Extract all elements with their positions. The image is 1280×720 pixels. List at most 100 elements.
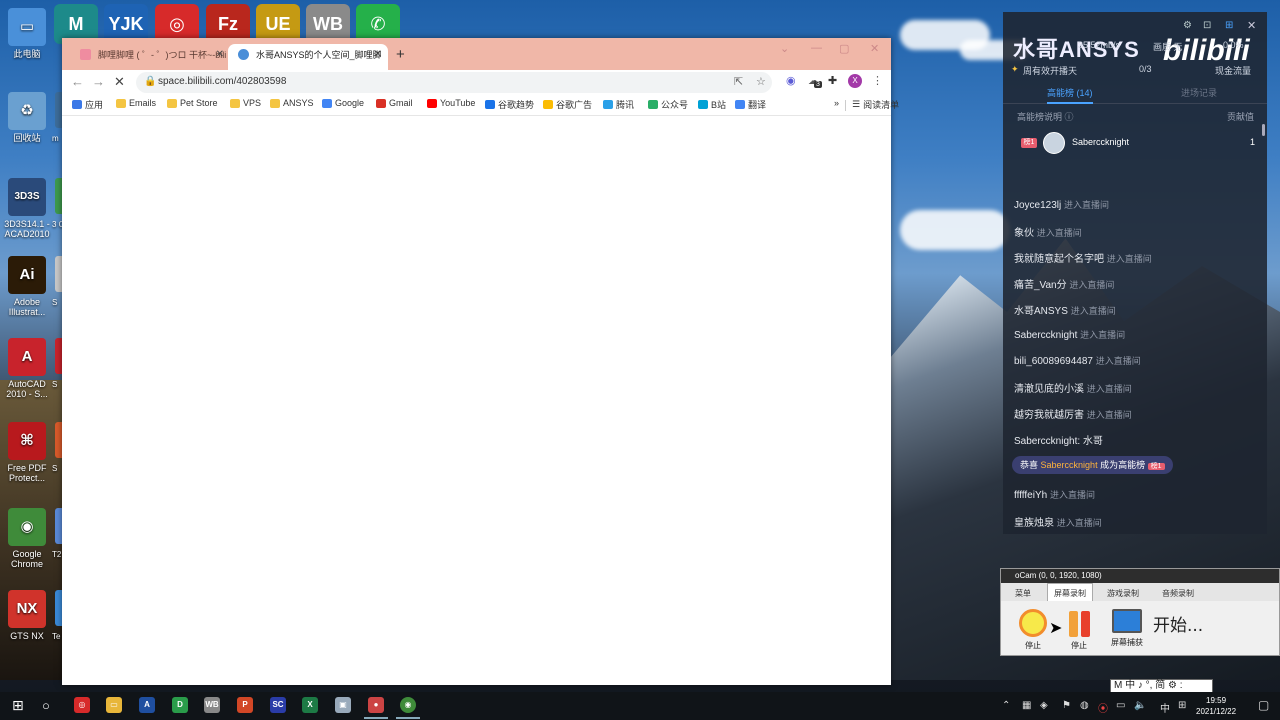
excel-icon[interactable]: X [302, 697, 318, 713]
chat-user[interactable]: 越穷我就越厉害 [1014, 410, 1087, 421]
stop-record-button[interactable]: 停止 [1015, 609, 1051, 651]
address-bar[interactable]: 🔒 space.bilibili.com/402803598 ⇱ ☆ [136, 72, 772, 93]
rank-explain[interactable]: 高能榜说明 ⓘ [1017, 110, 1074, 123]
tray-chevron-icon[interactable]: ⌃ [1002, 700, 1010, 711]
chat-action: 进入直播间 [1095, 356, 1141, 366]
ansys-icon[interactable]: A [139, 697, 155, 713]
tray-volume-icon[interactable]: 🔈 [1134, 700, 1146, 711]
pin-icon[interactable]: ⊞ [1225, 20, 1233, 31]
bookmark-item[interactable]: B站 [698, 98, 726, 111]
chat-user[interactable]: Sabercсknight: 水哥 [1014, 436, 1103, 447]
pause-button[interactable]: 停止 [1061, 611, 1097, 651]
desktop-icon[interactable]: ♻ 回收站 [0, 92, 54, 143]
desktop-icon[interactable]: A AutoCAD 2010 - S... [0, 338, 54, 399]
bookmark-item[interactable]: 腾讯 [603, 98, 634, 111]
ocam-tab-menu[interactable]: 菜单 [1009, 586, 1037, 601]
chat-user[interactable]: bili_60089694487 [1014, 356, 1096, 367]
powerpoint-icon[interactable]: P [237, 697, 253, 713]
chat-user[interactable]: 水哥ANSYS [1014, 306, 1071, 317]
stop-loading-icon[interactable]: ✕ [114, 74, 125, 90]
tray-ime-mode[interactable]: ⊞ [1178, 700, 1186, 711]
chrome-taskbar-icon[interactable]: ◉ [396, 697, 420, 719]
desktop-icon[interactable]: Ai Adobe Illustrat... [0, 256, 54, 317]
desktop-icon[interactable]: 3D3S 3D3S14.1 - ACAD2010 [0, 178, 54, 239]
tab-search-icon[interactable]: ⌄ [780, 42, 789, 55]
chat-user[interactable]: Joyce123lj [1014, 200, 1064, 211]
desktop-icon[interactable]: ◉ Google Chrome [0, 508, 54, 569]
close-tab-icon[interactable]: ✕ [216, 44, 224, 66]
bookmark-item[interactable]: Google [322, 98, 364, 108]
bookmark-item[interactable]: YouTube [427, 98, 475, 108]
tray-ime-indicator[interactable]: 中 [1160, 700, 1170, 715]
menu-kebab-icon[interactable]: ⋮ [872, 74, 883, 87]
start-windows-icon[interactable]: ⊞ [12, 697, 24, 714]
ocam-tab-audio[interactable]: 音频录制 [1156, 586, 1200, 601]
tab-bilibili-home[interactable]: 脚哩脚哩 ( ゜- ゜)つロ 干杯~-bili ✕ [70, 44, 230, 70]
tab-entry-record[interactable]: 进场记录 [1181, 86, 1217, 99]
app-icon[interactable]: ▣ [335, 697, 351, 713]
bookmark-item[interactable]: 谷歌趋势 [485, 98, 534, 111]
minimize-button[interactable]: — [811, 42, 822, 54]
tab-high-energy[interactable]: 高能榜 (14) [1047, 86, 1093, 104]
maximize-button[interactable]: ▢ [839, 42, 849, 55]
bookmark-item[interactable]: 应用 [72, 98, 103, 111]
bookmark-item[interactable]: Gmail [376, 98, 413, 108]
ocam-tab-screen[interactable]: 屏幕录制 [1047, 583, 1093, 601]
chat-user[interactable]: Sabercсknight [1014, 330, 1080, 341]
bookmark-item[interactable]: Pet Store [167, 98, 218, 108]
chat-user[interactable]: 象伙 [1014, 228, 1037, 239]
tray-input-icon[interactable]: ▦ [1022, 700, 1031, 711]
share-icon[interactable]: ⇱ [734, 75, 743, 88]
notification-icon[interactable]: ▢ [1258, 698, 1269, 712]
tray-record-icon[interactable]: ⦿ [1098, 700, 1108, 715]
tab-space-page[interactable]: 水哥ANSYS的个人空间_脚哩脚 ✕ [228, 44, 388, 70]
extensions-puzzle-icon[interactable]: ✚ [828, 74, 837, 87]
profile-avatar[interactable]: X [848, 74, 862, 88]
tray-network-icon[interactable]: ▭ [1116, 700, 1125, 711]
forward-arrow-icon[interactable]: → [92, 74, 105, 89]
chat-user[interactable]: 皇族烛泉 [1014, 518, 1057, 529]
ocam-tab-game[interactable]: 游戏录制 [1101, 586, 1145, 601]
desktop-icon[interactable]: ⌘ Free PDF Protect... [0, 422, 54, 483]
screen-capture-button[interactable]: 屏幕捕获 [1105, 609, 1149, 648]
search-icon[interactable]: ○ [42, 698, 50, 713]
tray-app-icon[interactable]: ⚑ [1062, 700, 1071, 711]
new-tab-button[interactable]: + [396, 46, 405, 63]
wb-app-icon[interactable]: WB [204, 697, 220, 713]
ocam-taskbar-icon[interactable]: ● [364, 697, 388, 719]
scrollbar-thumb[interactable] [1262, 124, 1265, 136]
tray-app-icon[interactable]: ◈ [1040, 700, 1048, 711]
url-text[interactable]: space.bilibili.com/402803598 [158, 76, 286, 87]
ime-toolbar[interactable]: M 中 ♪ °, 简 ⚙ : [1110, 679, 1213, 693]
close-window-button[interactable]: ✕ [870, 42, 879, 55]
system-clock[interactable]: 19:59 2021/12/22 [1196, 695, 1236, 717]
file-explorer-icon[interactable]: ▭ [106, 697, 122, 713]
bookmark-item[interactable]: 谷歌广告 [543, 98, 592, 111]
bookmark-item[interactable]: 翻译 [735, 98, 766, 111]
bookmark-item[interactable]: VPS [230, 98, 261, 108]
chat-user[interactable]: 清澈见底的小溪 [1014, 384, 1087, 395]
chat-user[interactable]: fffffeiYh [1014, 490, 1050, 501]
settings-gear-icon[interactable]: ⚙ [1183, 20, 1192, 31]
desktop-icon[interactable]: ▭ 此电脑 [0, 8, 54, 59]
sc-app-icon[interactable]: SC [270, 697, 286, 713]
cashflow-link[interactable]: 现金流量 [1215, 64, 1251, 77]
back-arrow-icon[interactable]: ← [71, 74, 84, 89]
close-tab-icon[interactable]: ✕ [374, 44, 382, 66]
d-app-icon[interactable]: D [172, 697, 188, 713]
bookmark-item[interactable]: ANSYS [270, 98, 314, 108]
netease-music-icon[interactable]: ◎ [74, 697, 90, 713]
tray-app-icon[interactable]: ◍ [1080, 700, 1089, 711]
rank-entry[interactable]: 榜1 Sabercсknight 1 [1017, 132, 1257, 154]
reading-list-button[interactable]: ☰ 阅读清单 [852, 98, 899, 111]
bookmarks-more-icon[interactable]: » [834, 98, 839, 108]
desktop-icon[interactable]: NX GTS NX [0, 590, 54, 641]
close-icon[interactable]: ✕ [1247, 19, 1256, 32]
bookmark-item[interactable]: 公众号 [648, 98, 688, 111]
chat-user[interactable]: 痛苦_Van分 [1014, 280, 1069, 291]
lock-icon[interactable]: ⊡ [1203, 20, 1211, 31]
bookmark-item[interactable]: Emails [116, 98, 156, 108]
extension-circle-icon[interactable]: ◉ [786, 74, 796, 87]
chat-user[interactable]: 我就随意起个名字吧 [1014, 254, 1107, 265]
bookmark-star-icon[interactable]: ☆ [756, 75, 766, 88]
